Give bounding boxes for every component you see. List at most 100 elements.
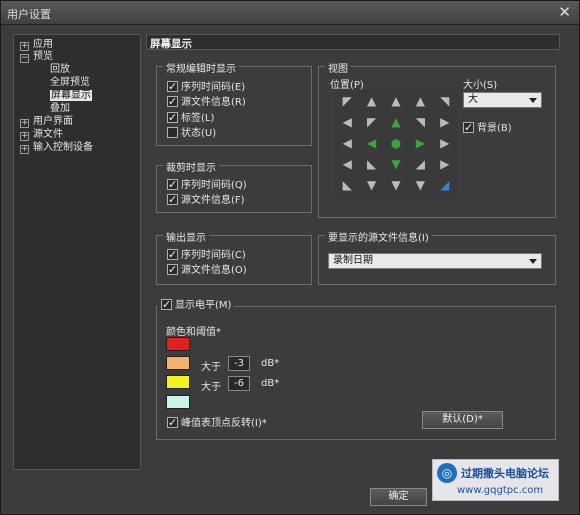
arrow-right-icon[interactable]: ▶ [433,111,457,132]
chevron-down-icon [529,259,537,264]
tree-item-fullscreen-preview[interactable]: 全屏预览 [50,76,90,89]
tree-item-playback[interactable]: 回放 [50,63,70,76]
arrow-up-left-icon[interactable]: ◤ [359,111,383,132]
unit-label: dB* [261,378,280,389]
arrow-up-icon[interactable]: ▲ [384,111,408,132]
position-grid[interactable]: ◤ ▲ ▲ ▲ ◥ ◀ ◤ ▲ ◥ ▶ ◀ ◀ ● ▶ ▶ ◀ ◣ ▼ ◢ ▶ … [335,90,457,196]
checkbox-icon[interactable] [167,80,178,93]
center-dot-icon[interactable]: ● [384,132,408,153]
group-title: 视图 [325,60,351,75]
expand-icon[interactable]: + [20,119,29,128]
greater-than-label: 大于 [201,362,221,373]
arrow-down-left-icon[interactable]: ◣ [335,175,359,196]
color-swatch-orange[interactable] [166,356,190,370]
arrow-up-icon[interactable]: ▲ [359,90,383,111]
checkbox-icon[interactable] [167,263,178,276]
settings-tree[interactable]: + 应用 − 预览 回放 全屏预览 屏幕显示 叠加 + 用户界面 + 源文件 + 输入控制… [13,34,141,470]
size-select[interactable]: 大 [463,92,542,108]
threshold-input-1[interactable]: -3 [228,356,250,371]
expand-icon[interactable]: + [20,145,29,154]
checkbox-icon[interactable] [167,127,178,138]
settings-dialog: 用户设置 ✕ + 应用 − 预览 回放 全屏预览 屏幕显示 叠加 + 用户界面 + 源文… [0,0,580,515]
tree-item-source-files[interactable]: + 源文件 [20,128,63,141]
checkbox-source-info-r[interactable]: 源文件信息(R) [167,95,246,109]
checkbox-source-info-f[interactable]: 源文件信息(F) [167,193,245,207]
arrow-down-left-icon[interactable]: ◣ [359,154,383,175]
arrow-down-icon[interactable]: ▼ [408,175,432,196]
color-swatch-yellow[interactable] [166,375,190,389]
checkbox-label: 峰值表顶点反转(I)* [181,418,267,429]
color-swatch-red[interactable] [166,337,190,351]
checkbox-label: 显示电平(M) [175,300,232,311]
arrow-up-left-icon[interactable]: ◤ [335,90,359,111]
tree-item-overlay[interactable]: 叠加 [50,102,70,115]
checkbox-icon[interactable] [161,298,172,311]
checkbox-sequence-timecode-c[interactable]: 序列时间码(C) [167,248,246,262]
arrow-left-icon[interactable]: ◀ [335,154,359,175]
color-swatch-mint[interactable] [166,395,190,409]
arrow-left-icon[interactable]: ◀ [335,111,359,132]
arrow-down-icon[interactable]: ▼ [359,175,383,196]
arrow-left-icon[interactable]: ◀ [359,132,383,153]
checkbox-icon[interactable] [167,111,178,124]
unit-label: dB* [261,358,280,369]
checkbox-sequence-timecode-e[interactable]: 序列时间码(E) [167,80,245,94]
tree-item-onscreen-display[interactable]: 屏幕显示 [50,89,92,102]
arrow-down-right-icon[interactable]: ◢ [408,154,432,175]
checkbox-icon[interactable] [167,416,178,429]
watermark: ◎ 过期撒头电脑论坛 www.gqgtpc.com [432,459,559,501]
checkbox-label: 序列时间码(C) [181,250,246,261]
arrow-right-icon[interactable]: ▶ [433,154,457,175]
arrow-down-icon[interactable]: ▼ [384,175,408,196]
watermark-title: 过期撒头电脑论坛 [461,467,549,480]
checkbox-label: 背景(B) [477,123,512,134]
checkbox-label-l[interactable]: 标签(L) [167,111,215,125]
collapse-icon[interactable]: − [20,54,29,63]
checkbox-label: 源文件信息(O) [181,265,247,276]
size-label: 大小(S) [463,80,498,91]
tree-item-input-devices[interactable]: + 输入控制设备 [20,141,93,154]
source-info-select[interactable]: 录制日期 [328,253,542,269]
arrow-up-icon[interactable]: ▲ [384,90,408,111]
default-button[interactable]: 默认(D)* [422,411,503,429]
arrow-up-right-icon[interactable]: ◥ [433,90,457,111]
tree-item-label: 预览 [33,51,53,62]
arrow-up-icon[interactable]: ▲ [408,90,432,111]
checkbox-label: 状态(U) [181,128,217,139]
arrow-left-icon[interactable]: ◀ [335,132,359,153]
checkbox-status-u[interactable]: 状态(U) [167,127,216,140]
tree-item-label: 屏幕显示 [50,90,92,101]
tree-item-user-interface[interactable]: + 用户界面 [20,115,73,128]
tree-item-label: 应用 [33,39,53,50]
tree-item-label: 叠加 [50,103,70,114]
expand-icon[interactable]: + [20,132,29,141]
tree-item-label: 回放 [50,64,70,75]
title-bar[interactable]: 用户设置 ✕ [1,1,579,25]
greater-than-label: 大于 [201,382,221,393]
checkbox-icon[interactable] [463,121,474,134]
checkbox-icon[interactable] [167,248,178,261]
arrow-down-right-icon[interactable]: ◢ [433,175,457,196]
forum-logo-icon: ◎ [437,463,457,483]
checkbox-label: 标签(L) [181,113,215,124]
checkbox-show-level-m[interactable]: 显示电平(M) [158,298,235,312]
checkbox-source-info-o[interactable]: 源文件信息(O) [167,263,247,277]
close-icon[interactable]: ✕ [558,3,571,21]
size-select-value: 大 [468,94,478,105]
arrow-down-icon[interactable]: ▼ [384,154,408,175]
tree-item-preview[interactable]: − 预览 [20,50,53,63]
watermark-url: www.gqgtpc.com [457,485,544,496]
checkbox-icon[interactable] [167,95,178,108]
ok-button[interactable]: 确定 [370,488,427,506]
checkbox-icon[interactable] [167,178,178,191]
checkbox-peak-invert-i[interactable]: 峰值表顶点反转(I)* [167,416,267,430]
checkbox-sequence-timecode-q[interactable]: 序列时间码(Q) [167,178,247,192]
chevron-down-icon [529,98,537,103]
threshold-input-2[interactable]: -6 [228,376,250,391]
arrow-up-right-icon[interactable]: ◥ [408,111,432,132]
arrow-right-icon[interactable]: ▶ [408,132,432,153]
checkbox-background-b[interactable]: 背景(B) [463,121,512,135]
window-title: 用户设置 [7,8,51,21]
checkbox-icon[interactable] [167,193,178,206]
arrow-right-icon[interactable]: ▶ [433,132,457,153]
